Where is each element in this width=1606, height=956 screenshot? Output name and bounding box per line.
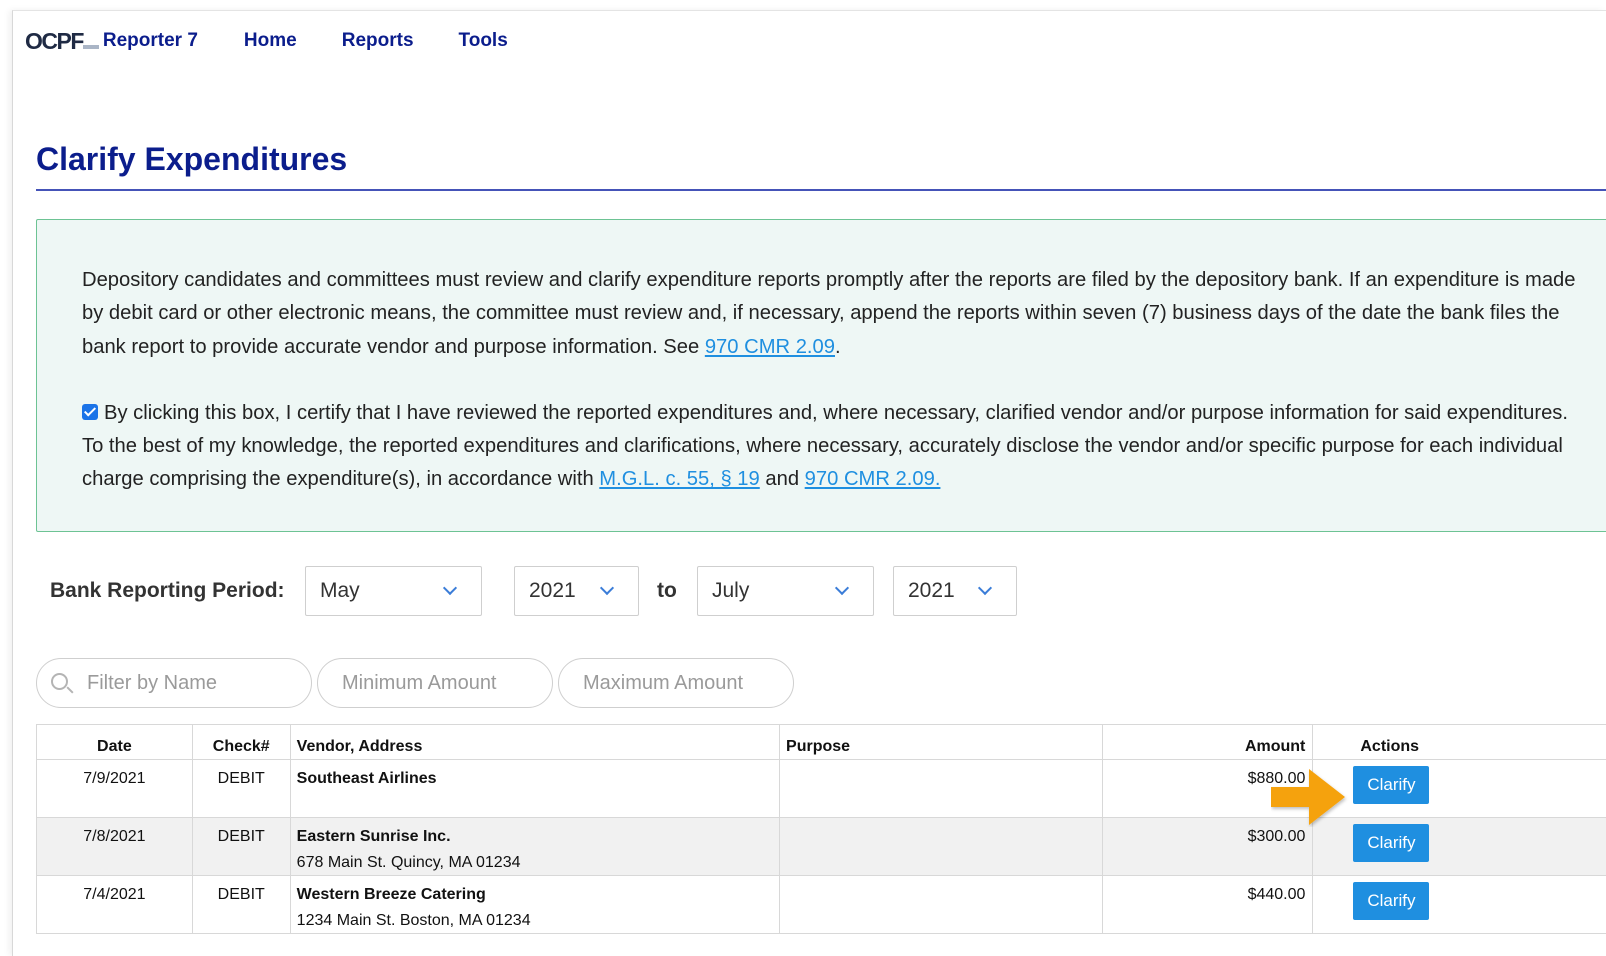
from-year-value: 2021 [529,579,576,602]
to-month-select[interactable]: July [697,566,874,616]
row-vendor: Western Breeze Catering 1234 Main St. Bo… [291,876,781,933]
statute-link[interactable]: M.G.L. c. 55, § 19 [599,468,759,490]
chevron-down-icon [599,580,615,596]
regulation-link-2[interactable]: 970 CMR 2.09. [805,468,941,490]
to-year-value: 2021 [908,579,955,602]
to-year-select[interactable]: 2021 [893,566,1017,616]
top-nav: OCPF Reporter 7 Home Reports Tools [25,21,553,61]
row-actions: Clarify [1313,818,1606,875]
logo-mark: OCPF [25,27,84,54]
minimum-amount-input[interactable]: Minimum Amount [317,658,553,708]
row-check: DEBIT [193,760,291,817]
header-check[interactable]: Check# [193,725,291,759]
row-vendor: Eastern Sunrise Inc. 678 Main St. Quincy… [291,818,781,875]
certification-and: and [759,468,805,491]
row-check: DEBIT [193,818,291,875]
chevron-down-icon [442,580,458,596]
row-purpose [780,818,1103,875]
header-purpose[interactable]: Purpose [780,725,1103,759]
to-month-value: July [712,579,750,602]
vendor-name: Southeast Airlines [296,770,437,787]
row-vendor: Southeast Airlines [291,760,781,817]
table-row: 7/4/2021 DEBIT Western Breeze Catering 1… [37,876,1606,934]
regulation-link[interactable]: 970 CMR 2.09 [705,336,835,358]
row-date: 7/9/2021 [37,760,193,817]
app-name: Reporter 7 [102,30,198,51]
header-actions: Actions [1360,738,1420,755]
ocpf-logo[interactable]: OCPF Reporter 7 [25,28,198,55]
vendor-address: 678 Main St. Quincy, MA 01234 [296,854,521,871]
expenditures-table: Date Check# Vendor, Address Purpose Amou… [36,724,1606,934]
vendor-name: Eastern Sunrise Inc. [296,828,451,845]
header-vendor[interactable]: Vendor, Address [291,725,781,759]
row-check: DEBIT [193,876,291,933]
minimum-amount-placeholder: Minimum Amount [342,671,497,694]
logo-swoosh-icon [82,45,99,49]
certification-notice: Depository candidates and committees mus… [36,219,1606,532]
table-header: Date Check# Vendor, Address Purpose Amou… [37,725,1606,760]
from-month-select[interactable]: May [305,566,482,616]
header-amount[interactable]: Amount [1103,725,1314,759]
vendor-address: 1234 Main St. Boston, MA 01234 [296,912,531,929]
from-month-value: May [320,579,360,602]
from-year-select[interactable]: 2021 [514,566,639,616]
highlight-arrow-icon [1271,769,1345,825]
clarify-button[interactable]: Clarify [1353,766,1430,804]
row-actions: Clarify [1313,760,1606,817]
table-row: 7/9/2021 DEBIT Southeast Airlines $880.0… [37,760,1606,818]
nav-link-tools[interactable]: Tools [459,30,508,52]
notice-paragraph: Depository candidates and committees mus… [82,264,1591,364]
nav-link-home[interactable]: Home [244,30,297,52]
row-amount: $440.00 [1103,876,1314,933]
name-filter-input[interactable]: Filter by Name [36,658,312,708]
title-divider [36,189,1606,191]
certification-paragraph: By clicking this box, I certify that I h… [82,397,1591,497]
chevron-down-icon [834,580,850,596]
row-actions: Clarify [1313,876,1606,933]
row-purpose [780,760,1103,817]
to-label: to [657,579,677,602]
page-title: Clarify Expenditures [36,141,348,177]
name-filter-placeholder: Filter by Name [87,671,218,694]
chevron-down-icon [977,580,993,596]
maximum-amount-placeholder: Maximum Amount [583,671,744,694]
browser-frame: OCPF Reporter 7 Home Reports Tools Clari… [12,10,1606,956]
nav-link-reports[interactable]: Reports [342,30,414,52]
period-label: Bank Reporting Period: [50,579,285,602]
row-purpose [780,876,1103,933]
table-row: 7/8/2021 DEBIT Eastern Sunrise Inc. 678 … [37,818,1606,876]
certify-checkbox[interactable] [82,403,98,420]
clarify-button[interactable]: Clarify [1353,824,1430,862]
row-date: 7/4/2021 [37,876,193,933]
header-date[interactable]: Date [37,725,193,759]
vendor-name: Western Breeze Catering [296,886,486,903]
row-date: 7/8/2021 [37,818,193,875]
clarify-button[interactable]: Clarify [1353,882,1430,920]
search-icon [51,673,68,690]
maximum-amount-input[interactable]: Maximum Amount [558,658,794,708]
notice-period: . [835,335,841,358]
